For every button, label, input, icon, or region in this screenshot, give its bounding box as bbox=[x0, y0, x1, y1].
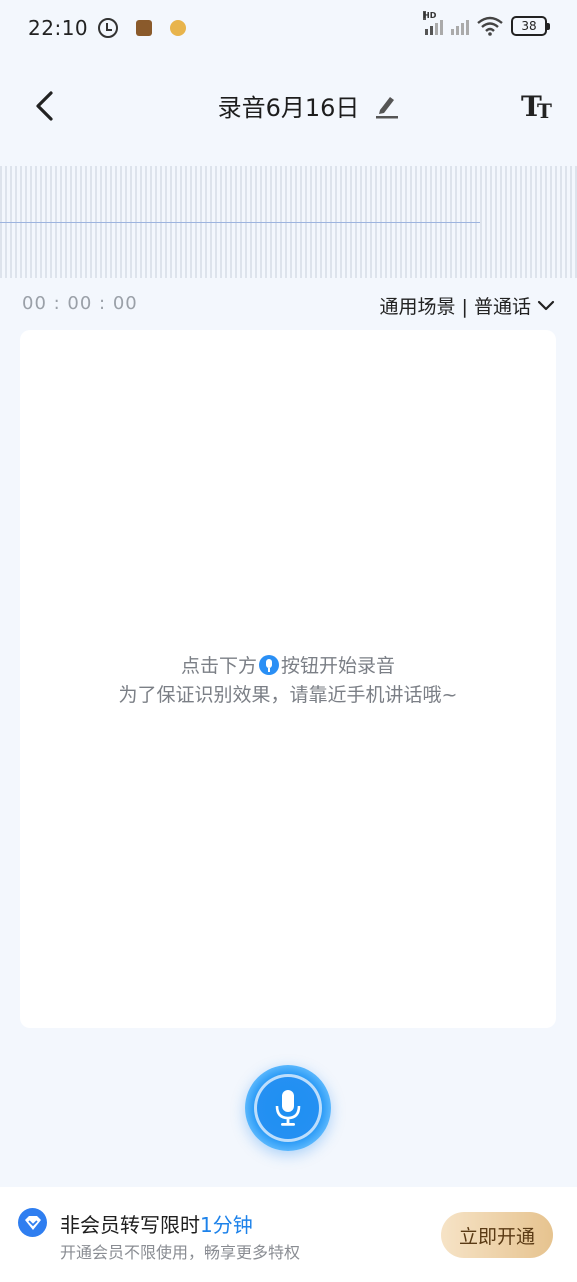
membership-subtitle: 开通会员不限使用，畅享更多特权 bbox=[60, 1243, 301, 1262]
record-button[interactable] bbox=[245, 1065, 331, 1151]
page-title[interactable]: 录音6月16日 bbox=[218, 94, 360, 122]
battery-level: 38 bbox=[521, 19, 537, 33]
membership-bar: 非会员转写限时1分钟 开通会员不限使用，畅享更多特权 立即开通 bbox=[0, 1187, 577, 1282]
app-notification-icon bbox=[136, 20, 153, 36]
app-notification-icon bbox=[170, 20, 187, 36]
microphone-icon bbox=[275, 1090, 301, 1126]
record-button-inner bbox=[254, 1074, 322, 1142]
microphone-icon bbox=[259, 655, 279, 675]
hint-line-2: 为了保证识别效果，请靠近手机讲话哦~ bbox=[118, 684, 458, 706]
hint-before-icon: 点击下方 bbox=[180, 655, 257, 677]
status-right: HD 38 bbox=[423, 11, 550, 36]
alarm-icon bbox=[98, 18, 119, 38]
scene-label: 通用场景 | 普通话 bbox=[379, 296, 531, 318]
wifi-icon bbox=[477, 16, 503, 36]
transcript-card: 点击下方 按钮开始录音 为了保证识别效果，请靠近手机讲话哦~ bbox=[20, 330, 556, 1028]
cellular-signal-icon: HD bbox=[423, 11, 443, 35]
membership-title: 非会员转写限时1分钟 bbox=[60, 1209, 253, 1238]
title-wrap: 录音6月16日 bbox=[0, 88, 577, 123]
membership-title-prefix: 非会员转写限时 bbox=[60, 1213, 200, 1237]
hint-after-icon: 按钮开始录音 bbox=[281, 655, 396, 677]
recording-timer: 00 : 00 : 00 bbox=[22, 293, 138, 314]
hint-line-1: 点击下方 按钮开始录音 bbox=[20, 652, 556, 681]
cellular-signal-icon bbox=[451, 17, 469, 35]
empty-hint: 点击下方 按钮开始录音 为了保证识别效果，请靠近手机讲话哦~ bbox=[20, 652, 556, 710]
hd-label: HD bbox=[423, 11, 437, 20]
status-bar: 22:10 HD 38 bbox=[0, 0, 577, 56]
chevron-down-icon bbox=[537, 300, 555, 310]
waveform bbox=[0, 166, 577, 278]
vip-diamond-icon bbox=[18, 1208, 47, 1237]
battery-icon: 38 bbox=[511, 16, 550, 36]
status-left: 22:10 bbox=[28, 16, 187, 40]
pencil-icon bbox=[376, 97, 398, 119]
font-size-icon: T T bbox=[521, 90, 552, 123]
font-size-button[interactable]: T T bbox=[519, 88, 555, 124]
top-nav: 录音6月16日 T T bbox=[0, 76, 577, 136]
scene-language-select[interactable]: 通用场景 | 普通话 bbox=[380, 292, 555, 319]
edit-title-button[interactable] bbox=[372, 90, 402, 120]
membership-title-highlight: 1分钟 bbox=[200, 1213, 253, 1237]
svg-text:T: T bbox=[537, 99, 552, 123]
status-time: 22:10 bbox=[28, 16, 89, 40]
waveform-baseline bbox=[0, 222, 480, 223]
open-membership-button[interactable]: 立即开通 bbox=[441, 1212, 553, 1258]
